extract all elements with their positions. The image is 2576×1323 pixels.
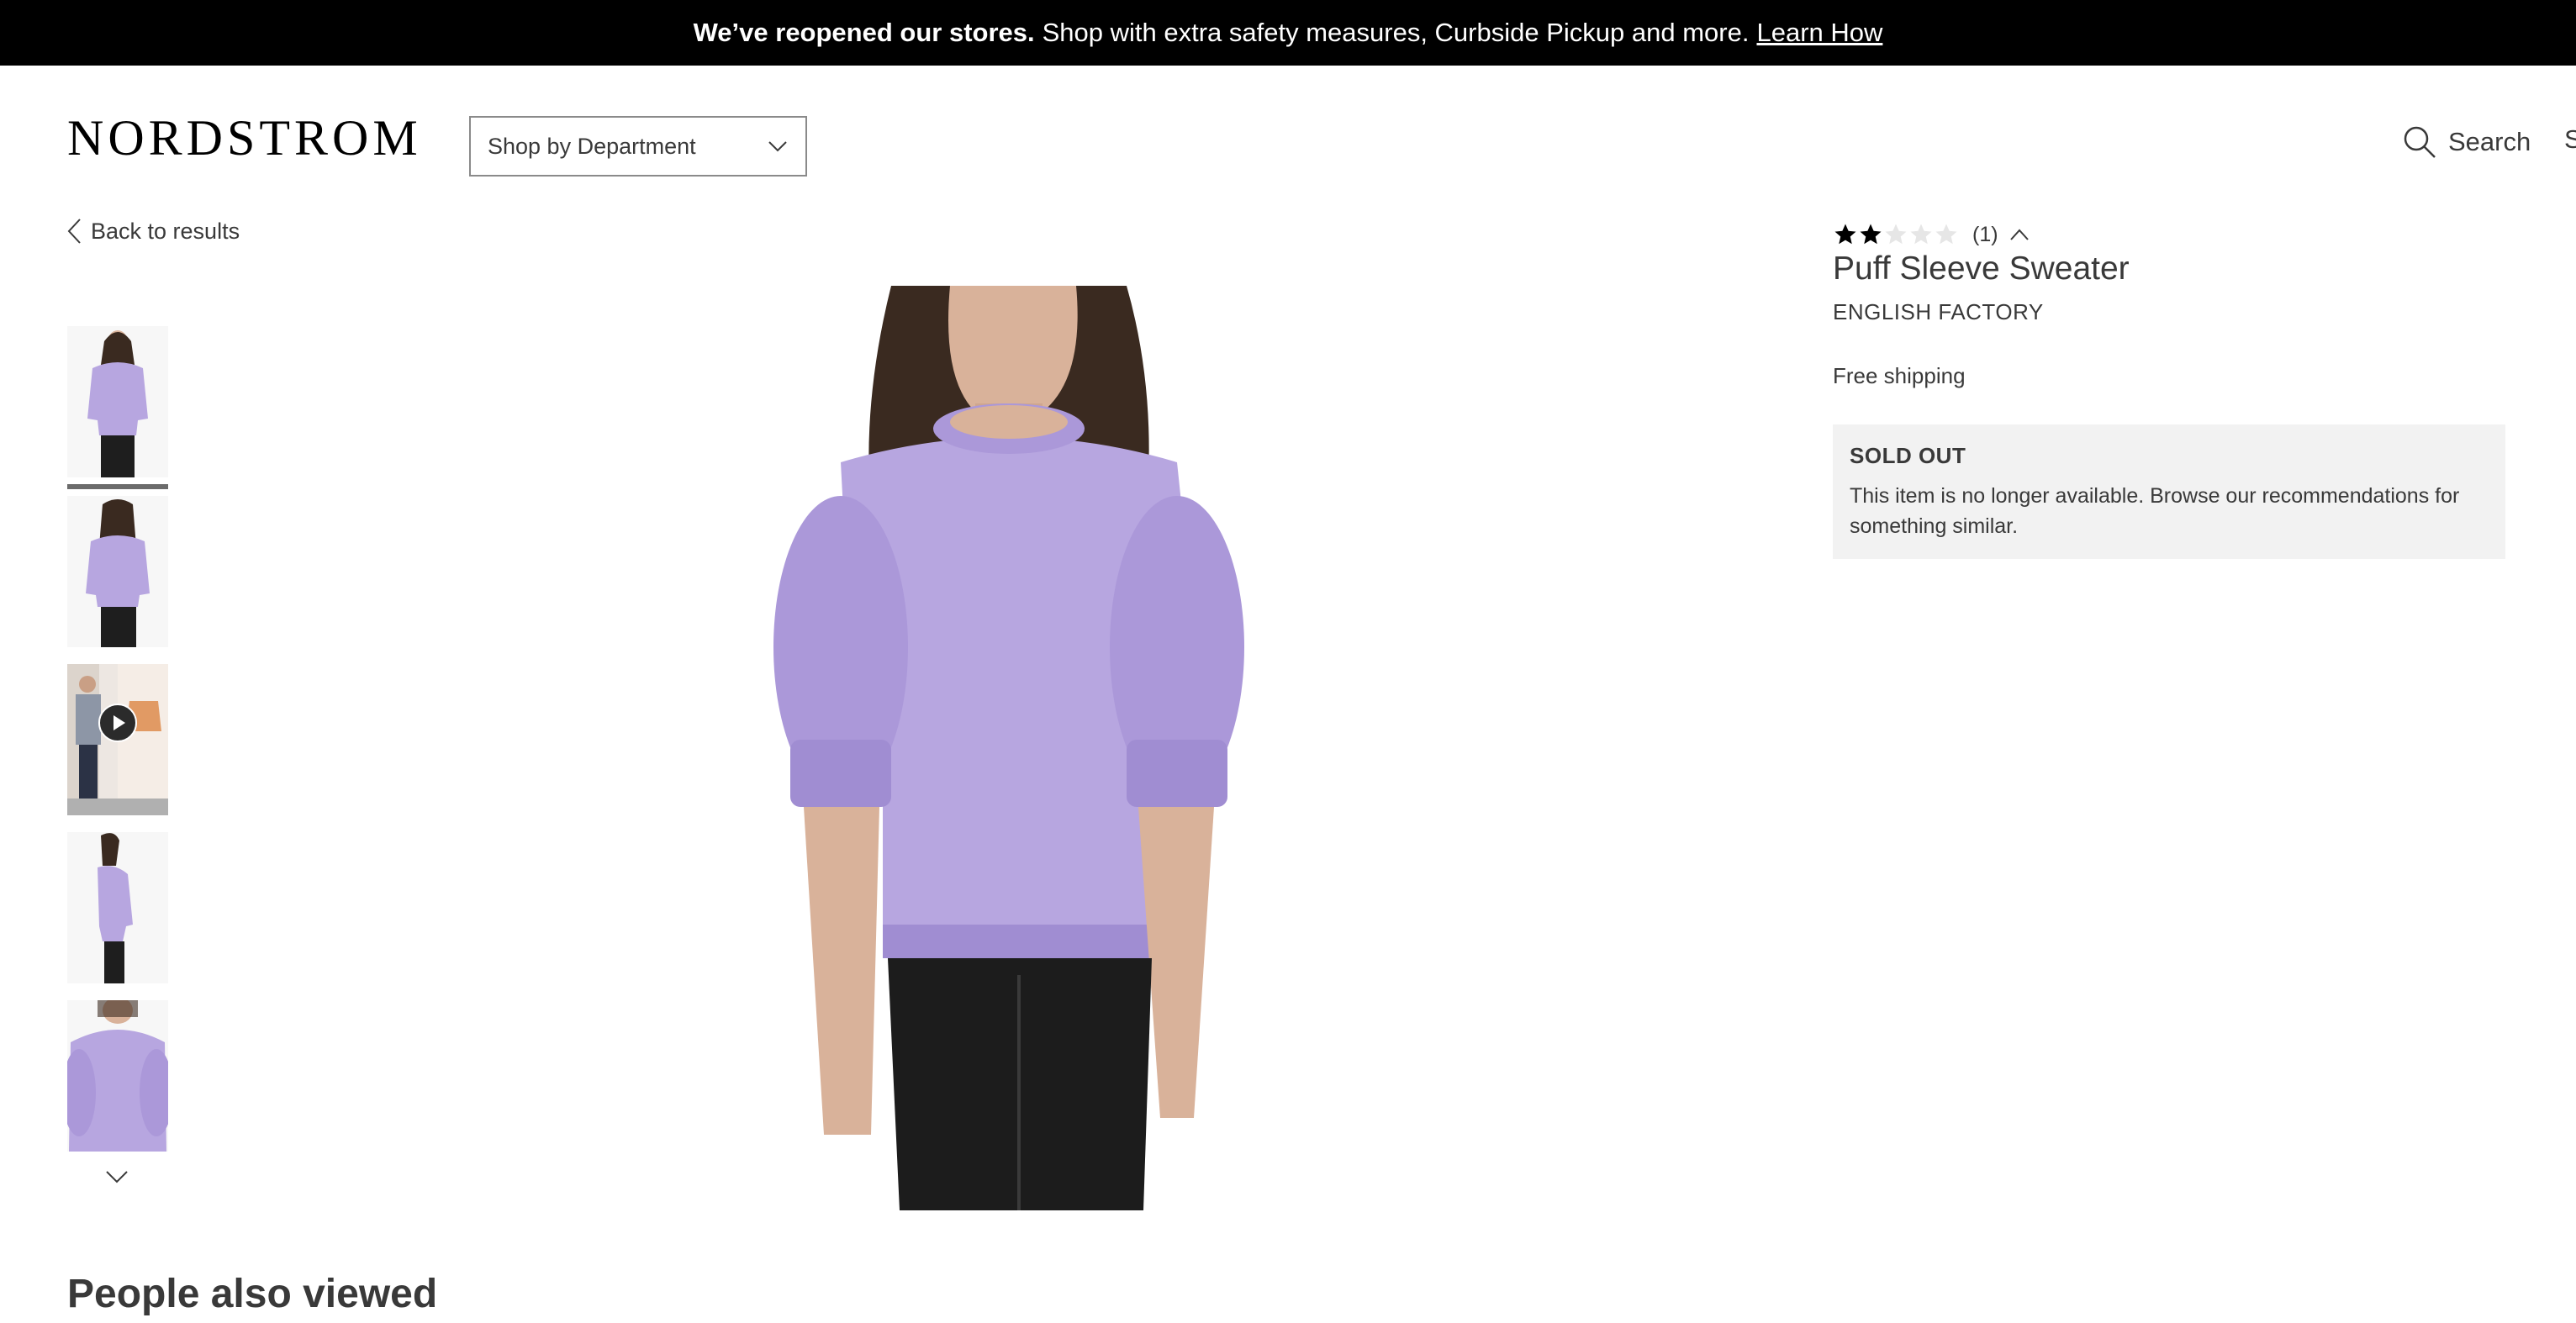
star-rating [1833,222,1959,247]
chevron-up-icon[interactable] [2009,226,2030,243]
back-to-results-link[interactable]: Back to results [66,217,240,245]
thumbnail-side-image [67,832,168,983]
nordstrom-logo[interactable]: NORDSTROM [67,111,422,165]
thumbnail-front[interactable] [67,326,168,477]
product-brand-link[interactable]: ENGLISH FACTORY [1833,299,2044,325]
department-select-label: Shop by Department [488,133,696,159]
main-product-image[interactable] [723,286,1278,1210]
announcement-strong: We’ve reopened our stores. [693,18,1035,47]
thumbnail-side[interactable] [67,832,168,983]
announcement-text: Shop with extra safety measures, Curbsid… [1042,18,1750,47]
back-to-results-label: Back to results [91,218,240,244]
chevron-left-icon [67,219,81,244]
thumbnail-selected-indicator [67,484,168,489]
thumbnail-detail[interactable] [67,1000,168,1152]
star-filled-icon [1834,224,1856,245]
chevron-down-icon [768,141,787,152]
thumbnail-scroll-down-icon[interactable] [104,1167,129,1187]
thumbnail-front-image [67,326,168,477]
shop-by-department-select[interactable]: Shop by Department [469,116,807,177]
thumbnail-detail-image [67,1000,168,1152]
announcement-bar: We’ve reopened our stores. Shop with ext… [0,0,2576,66]
sold-out-message: This item is no longer available. Browse… [1850,484,2460,538]
star-empty-icon [1885,224,1907,245]
search-label: Search [2448,127,2531,156]
shipping-info: Free shipping [1833,363,1966,388]
header-cut-off-label[interactable]: S [2564,124,2576,155]
star-filled-icon [1860,224,1882,245]
play-icon[interactable] [98,703,138,743]
sweater-model-image [723,286,1278,1210]
product-title: Puff Sleeve Sweater [1833,250,2130,287]
rating-summary[interactable]: (1) [1833,222,2030,247]
thumbnail-video[interactable] [67,664,168,815]
review-count[interactable]: (1) [1972,223,1998,247]
star-empty-icon [1910,224,1932,245]
thumbnail-back[interactable] [67,496,168,647]
learn-how-link[interactable]: Learn How [1756,18,1882,48]
search-icon [2404,126,2436,158]
star-empty-icon [1935,224,1957,245]
search-button[interactable]: Search [2401,121,2531,163]
sold-out-title: SOLD OUT [1850,443,1966,468]
people-also-viewed-heading: People also viewed [67,1272,438,1316]
sold-out-panel: SOLD OUT This item is no longer availabl… [1833,424,2505,559]
thumbnail-back-image [67,496,168,647]
